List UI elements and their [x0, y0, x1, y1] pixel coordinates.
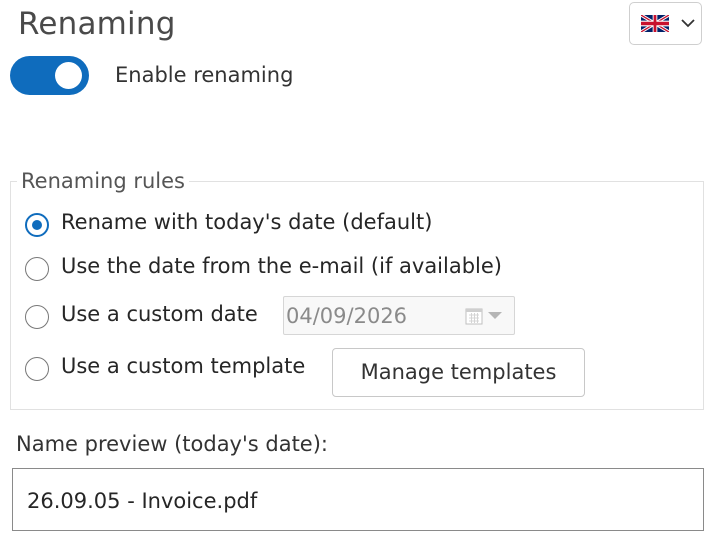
- radio-custom-template[interactable]: [25, 357, 49, 381]
- chevron-down-icon: [681, 19, 695, 28]
- name-preview-label: Name preview (today's date):: [16, 432, 328, 456]
- enable-renaming-toggle[interactable]: [10, 56, 89, 95]
- manage-templates-button[interactable]: Manage templates: [332, 348, 585, 397]
- custom-date-picker[interactable]: 04/09/2026: [283, 296, 515, 335]
- date-dropdown-caret-icon: [488, 312, 502, 319]
- radio-custom-date[interactable]: [25, 305, 49, 329]
- page-title: Renaming: [18, 6, 176, 42]
- radio-label-email-date: Use the date from the e-mail (if availab…: [61, 254, 502, 278]
- name-preview-field: 26.09.05 - Invoice.pdf: [12, 468, 704, 531]
- calendar-icon: [465, 308, 483, 325]
- radio-label-custom-template: Use a custom template: [61, 354, 306, 378]
- uk-flag-icon: [641, 15, 669, 32]
- radio-label-custom-date: Use a custom date: [61, 302, 258, 326]
- renaming-rules-legend: Renaming rules: [17, 169, 189, 193]
- toggle-knob: [55, 62, 82, 89]
- custom-date-value: 04/09/2026: [286, 304, 408, 328]
- name-preview-value: 26.09.05 - Invoice.pdf: [27, 489, 258, 513]
- radio-email-date[interactable]: [25, 257, 49, 281]
- enable-renaming-label: Enable renaming: [115, 63, 294, 87]
- radio-todays-date[interactable]: [25, 213, 49, 237]
- language-selector[interactable]: [629, 2, 702, 45]
- radio-label-todays-date: Rename with today's date (default): [61, 210, 433, 234]
